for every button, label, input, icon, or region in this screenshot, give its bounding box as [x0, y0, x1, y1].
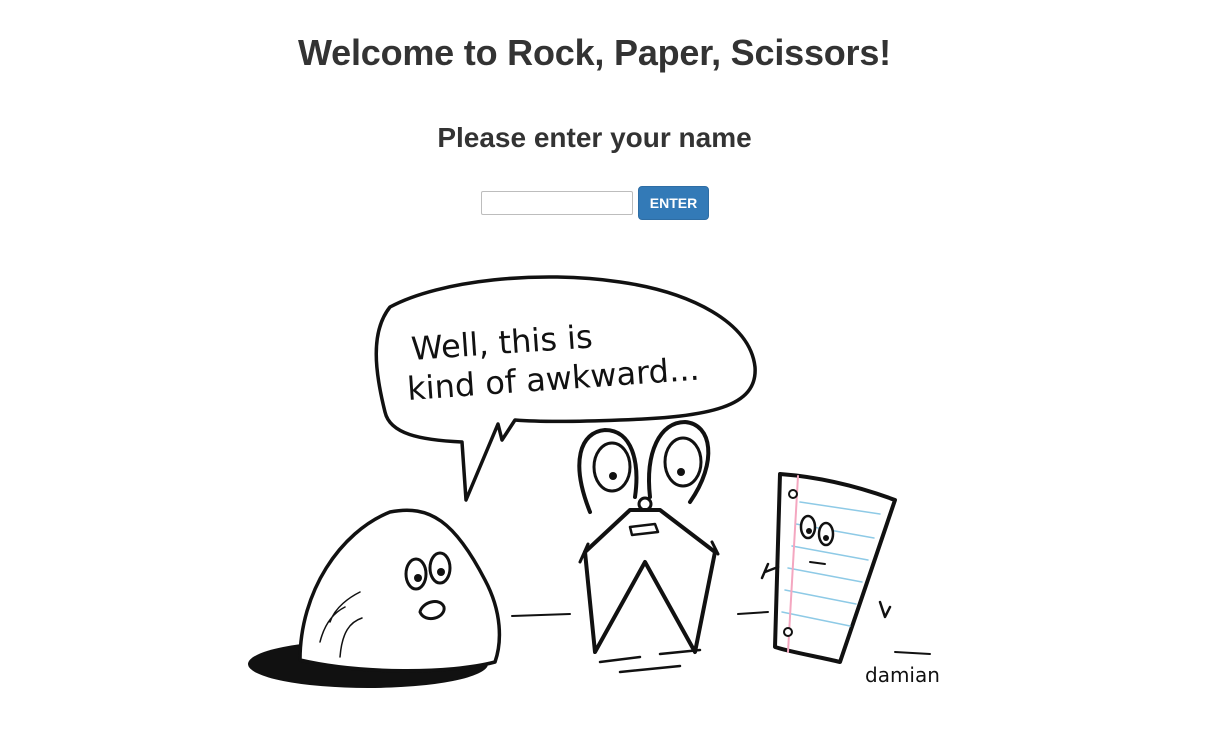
- name-input[interactable]: [481, 191, 633, 215]
- name-form: ENTER: [481, 186, 709, 220]
- artist-signature: damian: [865, 663, 940, 687]
- rock-character: [248, 508, 502, 688]
- scissors-character: [577, 420, 720, 674]
- page-title: Welcome to Rock, Paper, Scissors!: [298, 32, 891, 73]
- name-prompt: Please enter your name: [437, 122, 752, 153]
- paper-character: [760, 472, 897, 664]
- page: Welcome to Rock, Paper, Scissors! Please…: [0, 0, 1209, 735]
- enter-button[interactable]: ENTER: [638, 186, 709, 220]
- comic-illustration: Well, this is kind of awkward... damian: [248, 275, 940, 688]
